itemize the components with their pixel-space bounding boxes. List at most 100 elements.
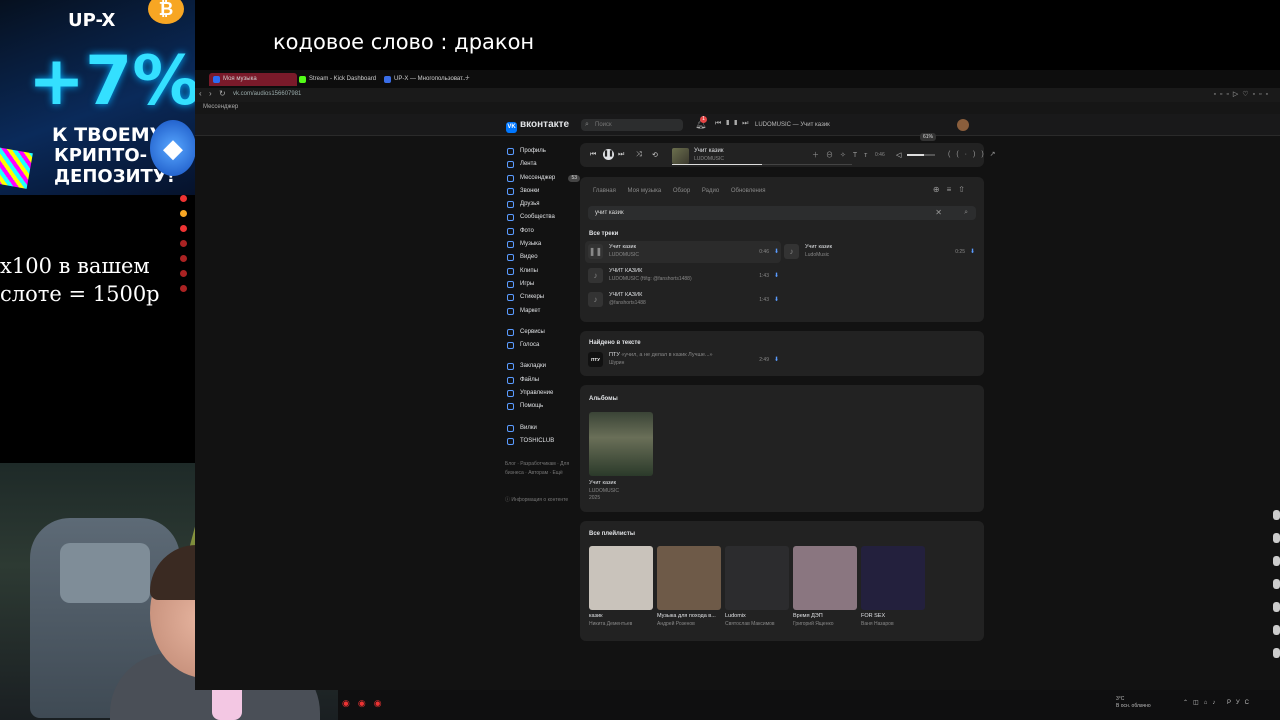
next-track-icon[interactable]: ⏭ <box>618 151 624 159</box>
playlist-item[interactable]: Ludomix Святослав Максимов <box>725 546 789 627</box>
tab-kick-dashboard[interactable]: Stream - Kick Dashboard <box>295 73 383 86</box>
nav-item[interactable]: Управление <box>505 387 580 400</box>
volume-slider[interactable] <box>907 154 935 156</box>
widget-icon[interactable] <box>1273 579 1280 589</box>
album-title[interactable]: Учит казик <box>589 480 616 486</box>
nav-item[interactable]: Друзья <box>505 198 580 211</box>
track-row[interactable]: ♪ УЧИТ КАЗИК @fanshorts1488 1:43 ⬇ <box>585 289 781 311</box>
playlist-author[interactable]: Святослав Максимов <box>725 621 789 627</box>
header-player-controls[interactable]: ⏮❚❚⏭ <box>715 120 753 128</box>
track-row[interactable]: ♪ Учит казик LudoMusic 0:25 ⬇ <box>781 241 977 263</box>
nav-item[interactable]: Лента <box>505 158 580 171</box>
broadcast-share-icons[interactable]: ((·))↗ <box>948 150 1002 158</box>
tab-home[interactable]: Главная <box>593 188 616 194</box>
playlist-item[interactable]: Музыка для похода в... Андрей Розенов <box>657 546 721 627</box>
taskbar-app-icons[interactable]: ◉◉◉ <box>342 698 390 709</box>
track-row[interactable]: ♪ УЧИТ КАЗИК LUDOMUSIC (ft/tg: @fanshort… <box>585 265 781 287</box>
nav-item[interactable]: Фото <box>505 225 580 238</box>
playlist-item[interactable]: FOR SEX Ваня Назаров <box>861 546 925 627</box>
nav-item[interactable]: Игры <box>505 278 580 291</box>
music-tools-icons[interactable]: ⊕≡⇧ <box>933 185 972 194</box>
sidebar-app-icon[interactable] <box>180 270 187 277</box>
playlist-cover[interactable] <box>861 546 925 610</box>
download-icon[interactable]: ⬇ <box>774 296 779 303</box>
avatar[interactable] <box>957 119 969 131</box>
widget-icon[interactable] <box>1273 648 1280 658</box>
album-cover[interactable] <box>589 412 653 476</box>
track-row[interactable]: ❚❚ Учит казик LUDOMUSIC 0:46 ⬇ <box>585 241 781 263</box>
widget-icon[interactable] <box>1273 533 1280 543</box>
nav-item[interactable]: Вилки <box>505 422 580 435</box>
sidebar-app-icon[interactable] <box>180 210 187 217</box>
music-note-icon[interactable]: ♪ <box>588 268 603 283</box>
sidebar-app-icon[interactable] <box>180 225 187 232</box>
track-artist[interactable]: LUDOMUSIC <box>609 252 639 258</box>
widget-icon[interactable] <box>1273 602 1280 612</box>
sidebar-app-icon[interactable] <box>180 255 187 262</box>
playlist-cover[interactable] <box>657 546 721 610</box>
album-artist[interactable]: LUDOMUSIC <box>589 488 619 494</box>
track-row[interactable]: ПТУ ПТУ «учил, а не делал в казик Лучше.… <box>585 349 781 371</box>
track-cover[interactable]: ПТУ <box>588 352 603 367</box>
playlist-title[interactable]: Ludomix <box>725 613 789 619</box>
playlist-author[interactable]: Никита Дементьев <box>589 621 653 627</box>
download-icon[interactable]: ⬇ <box>774 248 779 255</box>
header-now-playing[interactable]: LUDOMUSIC — Учит казик <box>755 122 830 128</box>
clear-search-icon[interactable]: ✕ <box>935 206 942 220</box>
track-artist[interactable]: Шурин <box>609 360 624 366</box>
new-tab-button[interactable]: + <box>465 73 470 82</box>
nav-item[interactable]: Закладки <box>505 360 580 373</box>
track-artist[interactable]: LudoMusic <box>805 252 829 258</box>
nav-item[interactable]: Профиль <box>505 145 580 158</box>
tab-my-music[interactable]: Моя музыка <box>628 188 662 194</box>
volume-icon[interactable]: ◁ <box>896 151 901 159</box>
music-note-icon[interactable]: ♪ <box>588 292 603 307</box>
vk-search-input[interactable]: ⌕ Поиск <box>581 119 683 131</box>
sidebar-app-icon[interactable] <box>180 195 187 202</box>
playlist-author[interactable]: Григорий Ященко <box>793 621 857 627</box>
playlist-cover[interactable] <box>589 546 653 610</box>
playlist-item[interactable]: Время ДЭП Григорий Ященко <box>793 546 857 627</box>
widget-icon[interactable] <box>1273 625 1280 635</box>
sidebar-app-icon[interactable] <box>180 285 187 292</box>
repeat-icon[interactable]: ⟲ <box>652 151 658 159</box>
pause-button[interactable]: ❚❚ <box>603 149 614 160</box>
widget-icon[interactable] <box>1273 556 1280 566</box>
weather-widget[interactable]: 3°C В осн. облачно <box>1116 696 1151 710</box>
download-icon[interactable]: ⬇ <box>970 248 975 255</box>
playlist-title[interactable]: FOR SEX <box>861 613 925 619</box>
nav-item[interactable]: Помощь <box>505 400 580 413</box>
playing-icon[interactable]: ❚❚ <box>588 244 603 259</box>
player-track-artist[interactable]: LUDOMUSIC <box>694 156 724 162</box>
nav-item[interactable]: Мессенджер 53 <box>505 172 580 185</box>
playlist-title[interactable]: Время ДЭП <box>793 613 857 619</box>
nav-item[interactable]: Сообщества <box>505 211 580 224</box>
progress-bar[interactable] <box>672 164 852 165</box>
nav-item[interactable]: Файлы <box>505 374 580 387</box>
nav-item[interactable]: Маркет <box>505 305 580 318</box>
forward-icon[interactable]: › <box>209 89 212 98</box>
download-icon[interactable]: ⬇ <box>774 272 779 279</box>
nav-item[interactable]: Сервисы <box>505 326 580 339</box>
player-actions-icons[interactable]: ＋⊖✧Tт <box>812 150 874 160</box>
url-field[interactable]: vk.com/audios156607981 <box>233 91 301 97</box>
widget-icon[interactable] <box>1273 510 1280 520</box>
nav-item[interactable]: Звонки <box>505 185 580 198</box>
playlist-title[interactable]: Музыка для похода в... <box>657 613 721 619</box>
music-note-icon[interactable]: ♪ <box>784 244 799 259</box>
footer-links[interactable]: Блог · Разработчикам · Для бизнеса · Авт… <box>505 460 575 477</box>
nav-item[interactable]: Стикеры <box>505 291 580 304</box>
player-track-title[interactable]: Учит казик <box>694 148 723 154</box>
search-icon[interactable]: ⌕ <box>964 206 968 220</box>
vk-logo[interactable]: VK вконтакте <box>506 119 569 133</box>
track-artist[interactable]: @fanshorts1488 <box>609 300 646 306</box>
back-icon[interactable]: ‹ <box>199 89 202 98</box>
music-search-input[interactable]: учит казик ✕ ⌕ <box>588 206 976 220</box>
notifications-bell-icon[interactable]: 🔔︎ 1 <box>695 116 707 130</box>
previous-track-icon[interactable]: ⏮ <box>590 151 596 159</box>
extensions-icons[interactable]: ▫▫▫▷♡▫▫▫ <box>1213 90 1272 98</box>
download-icon[interactable]: ⬇ <box>774 356 779 363</box>
playlist-title[interactable]: казик <box>589 613 653 619</box>
tab-my-music[interactable]: Моя музыка <box>209 73 297 86</box>
content-info-link[interactable]: ⓘ Информация о контенте <box>505 496 568 503</box>
